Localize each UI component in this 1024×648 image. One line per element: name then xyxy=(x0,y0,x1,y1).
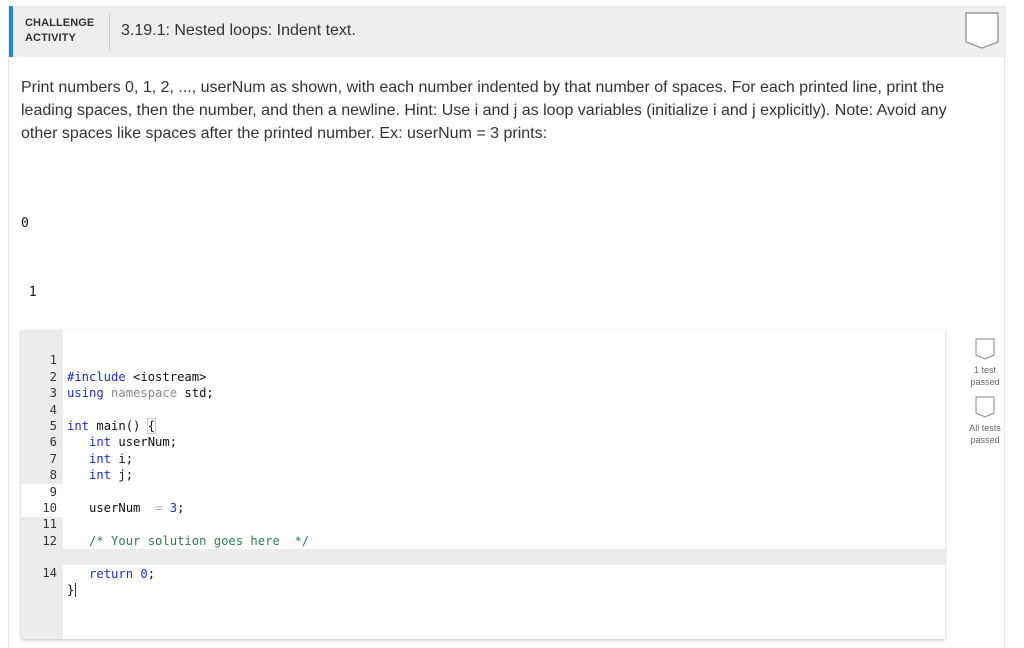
activity-header: CHALLENGE ACTIVITY 3.19.1: Nested loops:… xyxy=(9,6,1006,57)
code-line[interactable]: 5 int userNum; xyxy=(21,402,945,449)
test-badge-icon xyxy=(975,338,995,360)
code-line[interactable]: 10 xyxy=(21,484,945,515)
closing-brace: } xyxy=(67,582,75,597)
code-line[interactable]: 13 return 0; xyxy=(21,533,945,580)
line-code[interactable]: return 0; xyxy=(67,566,155,582)
problem-statement: Print numbers 0, 1, 2, ..., userNum as s… xyxy=(21,79,947,142)
code-line-active[interactable]: 14 } xyxy=(21,549,945,598)
code-line[interactable]: 8 xyxy=(21,451,945,482)
test-status-line1: 1 test xyxy=(973,365,996,375)
activity-type-line2: ACTIVITY xyxy=(25,32,76,44)
text-cursor xyxy=(75,583,77,598)
code-line[interactable]: 12 xyxy=(21,516,945,548)
test-status-all-tests: All tests passed xyxy=(957,396,1013,446)
code-line[interactable]: 7 int j; xyxy=(21,434,945,482)
line-code[interactable]: } xyxy=(67,582,77,598)
test-badge-icon xyxy=(975,396,995,418)
challenge-activity-card: CHALLENGE ACTIVITY 3.19.1: Nested loops:… xyxy=(8,6,1006,648)
code-line[interactable]: 2 using namespace std; xyxy=(21,352,945,400)
activity-title: 3.19.1: Nested loops: Indent text. xyxy=(121,22,356,39)
line-number: 14 xyxy=(42,566,57,581)
completion-badge-icon xyxy=(965,12,999,50)
test-status-panel: 1 test passed All tests passed xyxy=(957,338,1013,454)
code-line[interactable]: 11 /* Your solution goes here */ xyxy=(21,500,945,547)
test-status-one-test: 1 test passed xyxy=(957,338,1013,388)
code-line[interactable]: 4 int main() { xyxy=(21,385,945,434)
test-status-line1: All tests xyxy=(969,423,1001,433)
code-lines[interactable]: 1 #include <iostream> 2 using namespace … xyxy=(21,336,945,598)
code-editor[interactable]: 1 #include <iostream> 2 using namespace … xyxy=(21,330,945,639)
activity-type-line1: CHALLENGE xyxy=(25,17,95,29)
example-line: 0 xyxy=(21,216,29,231)
test-status-line2: passed xyxy=(970,377,1000,387)
code-line[interactable]: 3 xyxy=(21,369,945,400)
code-line[interactable]: 9 userNum = 3; xyxy=(21,467,945,515)
code-line[interactable]: 1 #include <iostream> xyxy=(21,336,945,383)
code-line[interactable]: 6 int i; xyxy=(21,418,945,465)
test-status-label: All tests passed xyxy=(957,422,1013,446)
test-status-line2: passed xyxy=(970,435,1000,445)
activity-type-label: CHALLENGE ACTIVITY xyxy=(25,16,101,46)
header-divider xyxy=(109,14,110,50)
test-status-label: 1 test passed xyxy=(957,364,1013,388)
example-line: 1 xyxy=(21,285,37,300)
